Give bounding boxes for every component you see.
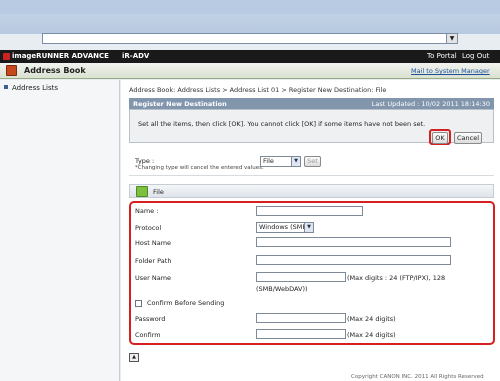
title-bar: Address Book Mail to System Manager xyxy=(0,63,500,79)
name-label: Name : xyxy=(135,207,159,215)
address-dropdown-icon[interactable]: ▼ xyxy=(446,33,458,44)
file-section-title: File xyxy=(153,188,164,196)
confirm-before-sending-checkbox[interactable] xyxy=(135,300,142,307)
copyright: Copyright CANON INC. 2011 All Rights Res… xyxy=(351,374,484,380)
instruction-message: Set all the items, then click [OK]. You … xyxy=(138,120,426,128)
confirm-label: Confirm xyxy=(135,331,161,339)
protocol-label: Protocol xyxy=(135,224,162,232)
product-icon xyxy=(3,53,10,60)
user-name-input[interactable] xyxy=(256,272,346,282)
logout-link[interactable]: Log Out xyxy=(462,52,489,60)
protocol-select[interactable]: Windows (SMB) ▼ xyxy=(256,222,314,233)
chevron-down-icon: ▼ xyxy=(291,157,300,166)
last-updated: Last Updated : 10/02 2011 18:14:30 xyxy=(371,100,490,108)
password-input[interactable] xyxy=(256,313,346,323)
top-bar: imageRUNNER ADVANCE iR-ADV To Portal Log… xyxy=(0,50,500,63)
user-name-label: User Name xyxy=(135,274,172,282)
sidebar: Address Lists xyxy=(0,80,120,381)
page-title: Address Book xyxy=(24,66,86,75)
bullet-icon xyxy=(4,85,8,89)
address-book-icon xyxy=(6,65,17,76)
confirm-note: (Max 24 digits) xyxy=(347,331,396,339)
browser-tabstrip xyxy=(0,0,500,14)
host-name-label: Host Name xyxy=(135,239,172,247)
type-value: File xyxy=(263,157,274,165)
host-name-input[interactable] xyxy=(256,237,451,247)
type-note: *Changing type will cancel the entered v… xyxy=(135,165,264,171)
register-panel: Set all the items, then click [OK]. You … xyxy=(129,109,494,145)
password-label: Password xyxy=(135,315,166,323)
product-name: imageRUNNER ADVANCE xyxy=(12,52,109,60)
mail-to-system-manager-link[interactable]: Mail to System Manager xyxy=(411,67,490,75)
set-button[interactable]: Set xyxy=(304,156,321,167)
sidebar-item-address-lists[interactable]: Address Lists xyxy=(12,84,58,92)
protocol-value: Windows (SMB) xyxy=(259,223,310,231)
to-portal-link[interactable]: To Portal xyxy=(427,52,457,60)
confirm-input[interactable] xyxy=(256,329,346,339)
chevron-down-icon: ▼ xyxy=(304,223,313,232)
address-bar[interactable] xyxy=(42,33,458,44)
device-name: iR-ADV xyxy=(122,52,150,60)
type-select[interactable]: File ▼ xyxy=(260,156,301,167)
folder-path-label: Folder Path xyxy=(135,257,172,265)
folder-path-input[interactable] xyxy=(256,255,451,265)
file-section-header: File xyxy=(129,184,494,198)
user-name-note-2: (SMB/WebDAV)) xyxy=(256,285,308,293)
file-icon xyxy=(136,186,148,197)
ok-button[interactable]: OK xyxy=(432,132,448,144)
scroll-to-top-icon[interactable]: ▲ xyxy=(129,353,139,362)
type-label: Type : xyxy=(135,157,155,165)
password-note: (Max 24 digits) xyxy=(347,315,396,323)
confirm-before-sending-label: Confirm Before Sending xyxy=(147,299,225,307)
main-content: Address Book: Address Lists > Address Li… xyxy=(121,80,500,381)
cancel-button[interactable]: Cancel xyxy=(454,132,482,144)
register-header: Register New Destination Last Updated : … xyxy=(129,98,494,109)
breadcrumb: Address Book: Address Lists > Address Li… xyxy=(129,86,387,94)
register-title: Register New Destination xyxy=(133,100,227,108)
name-input[interactable] xyxy=(256,206,363,216)
divider xyxy=(129,175,494,176)
user-name-note: (Max digits : 24 (FTP/IPX), 128 xyxy=(347,274,446,282)
